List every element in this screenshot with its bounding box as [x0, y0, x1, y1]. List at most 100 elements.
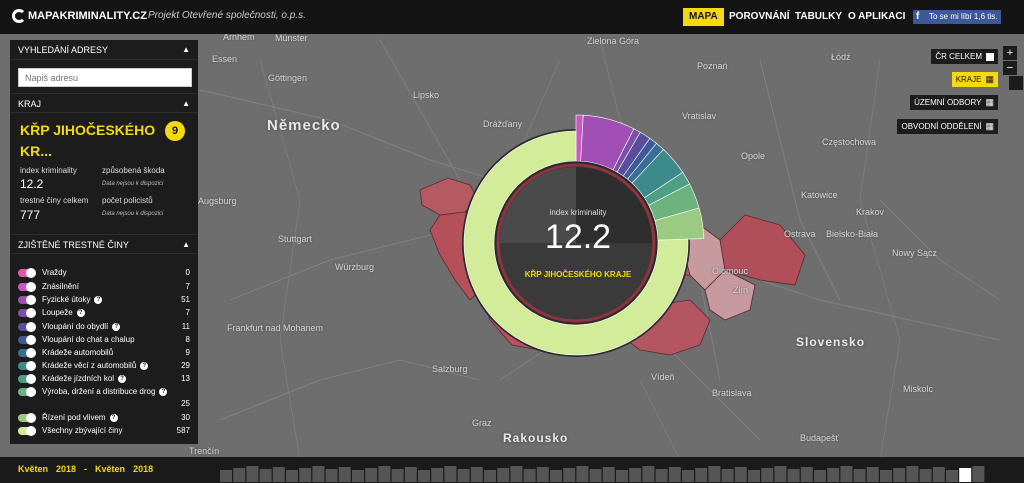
timeline-bar[interactable] — [655, 469, 668, 482]
crime-toggle[interactable] — [18, 386, 36, 397]
info-icon[interactable]: ? — [76, 308, 85, 317]
timeline-bar[interactable] — [814, 470, 826, 482]
timeline-bar[interactable] — [286, 470, 298, 482]
timeline-bar[interactable] — [563, 468, 576, 482]
search-section-header[interactable]: VYHLEDÁNÍ ADRESY ▲ — [10, 40, 198, 60]
timeline-bar[interactable] — [616, 470, 628, 482]
timeline-bar[interactable] — [550, 470, 562, 482]
timeline-bar[interactable] — [906, 466, 919, 482]
info-icon[interactable]: ? — [118, 374, 127, 383]
timeline-from-year[interactable]: 2018 — [56, 464, 76, 474]
timeline-bar[interactable] — [576, 466, 589, 482]
timeline-bar[interactable] — [866, 467, 879, 482]
crime-row[interactable]: Fyzické útoky? 51 — [18, 293, 190, 306]
crime-row[interactable]: Vraždy 0 — [18, 266, 190, 279]
info-icon[interactable]: ? — [94, 295, 103, 304]
nav-tabulky[interactable]: TABULKY — [789, 8, 848, 26]
timeline-bar[interactable] — [444, 466, 457, 482]
timeline-bar[interactable] — [589, 469, 602, 482]
timeline-bar[interactable] — [352, 470, 364, 482]
crime-toggle[interactable] — [18, 294, 36, 305]
crime-toggle[interactable] — [18, 360, 36, 371]
timeline-bar[interactable] — [299, 468, 312, 482]
timeline-bar[interactable] — [365, 468, 378, 482]
info-icon[interactable]: ? — [140, 361, 149, 370]
timeline-bar[interactable] — [840, 466, 853, 482]
timeline-bar[interactable] — [748, 470, 760, 482]
timeline-bar[interactable] — [378, 466, 391, 482]
kraje-button[interactable]: KRAJE ▦ — [951, 72, 998, 87]
timeline-bar[interactable] — [220, 470, 232, 482]
crime-row[interactable]: Krádeže jízdních kol? 13 — [18, 372, 190, 385]
crime-row[interactable]: Všechny zbývající činy 587 — [18, 424, 190, 437]
timeline-bar[interactable] — [338, 467, 351, 482]
crime-toggle[interactable] — [18, 321, 36, 332]
timeline-bar[interactable] — [761, 468, 774, 482]
crime-toggle[interactable] — [18, 425, 36, 436]
address-search-input[interactable] — [18, 68, 192, 87]
timeline-bar[interactable] — [708, 466, 721, 482]
timeline-bar[interactable] — [932, 467, 945, 482]
timeline-bar[interactable] — [457, 469, 470, 482]
timeline-to-year[interactable]: 2018 — [133, 464, 153, 474]
timeline-bar[interactable] — [919, 469, 932, 482]
info-icon[interactable]: ? — [109, 413, 118, 422]
info-icon[interactable]: ? — [112, 322, 121, 331]
crime-row[interactable]: Vloupání do chat a chalup 8 — [18, 333, 190, 346]
timeline-bar[interactable] — [497, 468, 510, 482]
obvodni-oddeleni-button[interactable]: OBVODNÍ ODDĚLENÍ ▦ — [897, 119, 998, 134]
timeline-bar[interactable] — [972, 466, 985, 482]
timeline-bar[interactable] — [470, 467, 483, 482]
crime-toggle[interactable] — [18, 373, 36, 384]
crime-row[interactable]: Krádeže automobilů 9 — [18, 346, 190, 359]
crime-row[interactable]: Znásilnění 7 — [18, 280, 190, 293]
timeline-bar[interactable] — [523, 469, 536, 482]
timeline-bar[interactable] — [787, 469, 800, 482]
timeline-bar[interactable] — [853, 469, 866, 482]
uzemni-odbory-button[interactable]: ÚZEMNÍ ODBORY ▦ — [910, 95, 998, 110]
crime-row[interactable]: Krádeže věcí z automobilů? 29 — [18, 359, 190, 372]
timeline-bar[interactable] — [272, 467, 285, 482]
crimes-section-header[interactable]: ZJIŠTĚNÉ TRESTNÉ ČINY ▲ — [10, 234, 198, 254]
timeline-to-month[interactable]: Květen — [95, 464, 125, 474]
timeline-bar[interactable] — [642, 466, 655, 482]
timeline-bar[interactable] — [893, 468, 906, 482]
timeline-bar[interactable] — [946, 470, 958, 482]
timeline-from-month[interactable]: Květen — [18, 464, 48, 474]
timeline-bar[interactable] — [325, 469, 338, 482]
timeline-bar[interactable] — [695, 468, 708, 482]
facebook-like-button[interactable]: f To se mi líbí 1,6 tis. — [913, 10, 1002, 24]
timeline-bar[interactable] — [259, 469, 272, 482]
region-section-header[interactable]: KRAJ ▲ — [10, 93, 198, 113]
crime-row[interactable]: Výroba, držení a distribuce drog? 25 — [18, 385, 190, 408]
crime-row[interactable]: Vloupání do obydlí? 11 — [18, 320, 190, 333]
timeline-bar[interactable] — [682, 470, 694, 482]
crime-toggle[interactable] — [18, 281, 36, 292]
crime-toggle[interactable] — [18, 267, 36, 278]
crime-toggle[interactable] — [18, 412, 36, 423]
timeline-bar[interactable] — [510, 466, 523, 482]
crime-row[interactable]: Řízení pod vlivem? 30 — [18, 411, 190, 424]
timeline-bar[interactable] — [959, 468, 972, 482]
timeline-bar[interactable] — [391, 469, 404, 482]
timeline-bar[interactable] — [827, 468, 840, 482]
timeline-bar[interactable] — [774, 466, 787, 482]
zoom-slider-track[interactable] — [1009, 76, 1023, 90]
timeline-bar[interactable] — [233, 468, 246, 482]
timeline-range-selector[interactable]: Květen 2018 - Květen 2018 — [18, 464, 153, 474]
timeline-bar[interactable] — [536, 467, 549, 482]
crime-row[interactable]: Loupeže? 7 — [18, 306, 190, 319]
crime-toggle[interactable] — [18, 347, 36, 358]
cr-celkem-button[interactable]: ČR CELKEM — [931, 49, 998, 64]
site-logo[interactable]: MAPAKRIMINALITY.CZ — [12, 9, 147, 23]
zoom-out-button[interactable]: − — [1003, 61, 1017, 75]
nav-porovnani[interactable]: POROVNÁNÍ — [723, 8, 796, 26]
timeline-bar[interactable] — [246, 466, 259, 482]
timeline-bar[interactable] — [629, 468, 642, 482]
crime-toggle[interactable] — [18, 307, 36, 318]
timeline-bar[interactable] — [668, 467, 681, 482]
nav-mapa[interactable]: MAPA — [683, 8, 724, 26]
zoom-in-button[interactable]: + — [1003, 46, 1017, 60]
timeline-bar[interactable] — [404, 467, 417, 482]
timeline-bar[interactable] — [312, 466, 325, 482]
